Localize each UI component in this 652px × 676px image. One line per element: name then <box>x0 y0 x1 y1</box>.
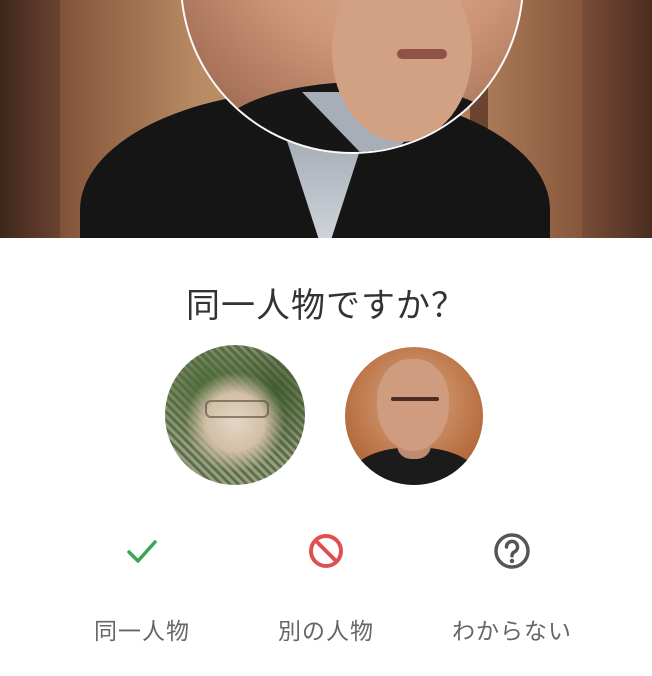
same-person-button[interactable]: 同一人物 <box>42 528 242 648</box>
dont-know-button[interactable]: わからない <box>412 528 612 648</box>
avatar-b-brow <box>391 397 439 401</box>
candidate-avatar-b <box>345 347 483 485</box>
dont-know-label: わからない <box>452 619 572 645</box>
zoom-lips <box>397 49 447 59</box>
check-icon <box>119 528 165 574</box>
header-photo <box>0 0 652 238</box>
photo-background-right <box>582 0 652 238</box>
different-person-button[interactable]: 別の人物 <box>226 528 426 648</box>
same-person-label: 同一人物 <box>94 619 190 645</box>
question-title: 同一人物ですか？ <box>186 286 466 326</box>
different-person-label: 別の人物 <box>278 619 374 645</box>
face-zoom-circle <box>180 0 524 154</box>
question-circle-icon <box>489 528 535 574</box>
photo-background-left <box>0 0 60 238</box>
prohibited-icon <box>303 528 349 574</box>
avatar-b-head <box>377 359 449 451</box>
candidate-avatar-a <box>165 345 305 485</box>
avatar-a-glasses <box>205 400 269 418</box>
